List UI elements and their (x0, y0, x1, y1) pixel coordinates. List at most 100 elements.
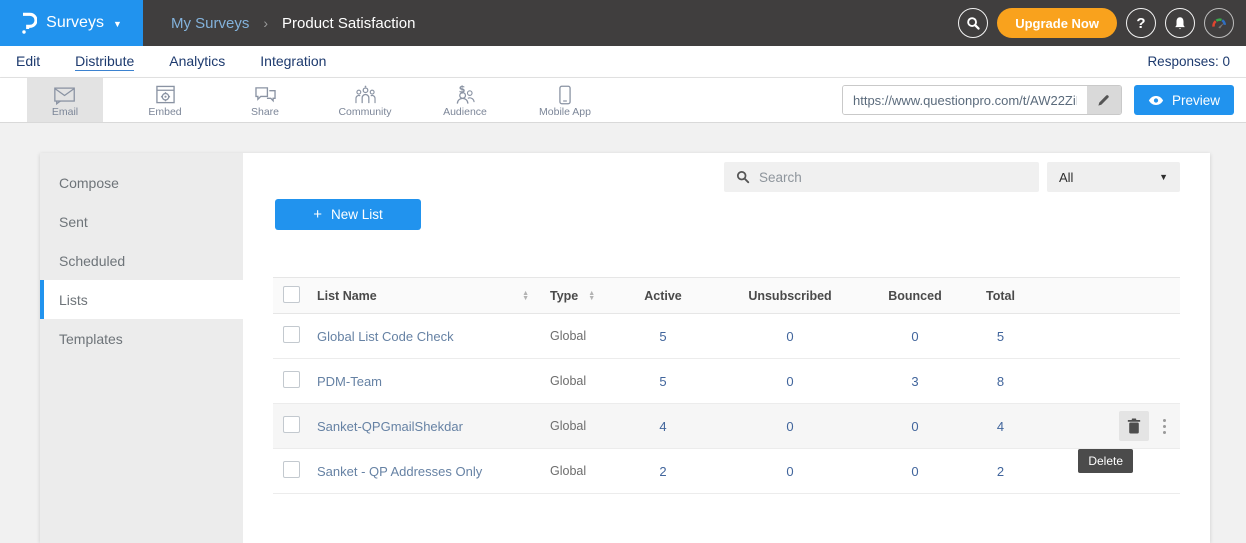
total-count-link[interactable]: 5 (997, 329, 1004, 344)
breadcrumb-my-surveys[interactable]: My Surveys (171, 15, 249, 32)
list-search (724, 162, 1039, 192)
survey-url-group (842, 85, 1122, 115)
trash-icon (1127, 418, 1141, 434)
surveys-menu[interactable]: Surveys ▼ (0, 0, 143, 46)
distribute-toolbar: Email Embed Share Community $ Audience M… (0, 78, 1246, 123)
search-button[interactable] (958, 8, 988, 38)
toolbar-item-share[interactable]: Share (227, 78, 303, 122)
toolbar-item-embed[interactable]: Embed (127, 78, 203, 122)
list-name-link[interactable]: PDM-Team (317, 374, 382, 389)
list-name-link[interactable]: Global List Code Check (317, 329, 454, 344)
bounced-count-link[interactable]: 0 (911, 329, 918, 344)
table-row: Sanket - QP Addresses Only Global 2 0 0 … (273, 449, 1180, 494)
unsubscribed-count-link[interactable]: 0 (786, 329, 793, 344)
page-title: Product Satisfaction (282, 15, 415, 32)
row-checkbox[interactable] (283, 371, 300, 388)
tab-distribute[interactable]: Distribute (75, 53, 134, 71)
sort-icon[interactable]: ▲▼ (522, 291, 529, 301)
upgrade-now-button[interactable]: Upgrade Now (997, 8, 1117, 38)
sidebar-item-sent[interactable]: Sent (40, 202, 243, 241)
surveys-menu-label: Surveys (46, 14, 104, 32)
unsubscribed-count-link[interactable]: 0 (786, 419, 793, 434)
table-row: Global List Code Check Global 5 0 0 5 (273, 314, 1180, 359)
bounced-count-link[interactable]: 0 (911, 419, 918, 434)
list-type: Global (550, 464, 586, 478)
row-checkbox[interactable] (283, 416, 300, 433)
search-icon (966, 16, 981, 31)
toolbar-item-email[interactable]: Email (27, 78, 103, 122)
toolbar-item-audience[interactable]: $ Audience (427, 78, 503, 122)
sidebar-item-templates[interactable]: Templates (40, 319, 243, 358)
chevron-down-icon: ▼ (1159, 172, 1168, 182)
unsubscribed-count-link[interactable]: 0 (786, 464, 793, 479)
active-count-link[interactable]: 4 (659, 419, 666, 434)
sort-icon[interactable]: ▲▼ (588, 291, 595, 301)
column-bounced: Bounced (877, 289, 953, 303)
tab-edit[interactable]: Edit (16, 53, 40, 71)
column-unsubscribed: Unsubscribed (703, 289, 877, 303)
new-list-button[interactable]: + New List (275, 199, 421, 230)
preview-button[interactable]: Preview (1134, 85, 1234, 115)
embed-icon (155, 83, 176, 105)
pencil-icon (1097, 94, 1110, 107)
select-all-checkbox[interactable] (283, 286, 300, 303)
email-icon (53, 83, 77, 105)
question-mark-icon: ? (1136, 15, 1145, 32)
active-count-link[interactable]: 5 (659, 374, 666, 389)
responses-count: Responses: 0 (1147, 54, 1230, 69)
list-filter-dropdown[interactable]: All ▼ (1047, 162, 1180, 192)
total-count-link[interactable]: 2 (997, 464, 1004, 479)
email-lists-card: Compose Sent Scheduled Lists Templates A… (40, 153, 1210, 543)
toolbar-right: Preview (842, 78, 1246, 122)
delete-list-button[interactable] (1119, 411, 1149, 441)
plus-icon: + (313, 206, 322, 223)
toolbar-item-label: Audience (443, 106, 487, 118)
toolbar-item-mobile-app[interactable]: Mobile App (527, 78, 603, 122)
table-row: PDM-Team Global 5 0 3 8 (273, 359, 1180, 404)
audience-icon: $ (453, 83, 477, 105)
sidebar-item-compose[interactable]: Compose (40, 163, 243, 202)
edit-url-button[interactable] (1087, 86, 1121, 114)
column-total: Total (953, 289, 1048, 303)
breadcrumb-separator-icon: › (263, 15, 268, 31)
mobile-app-icon (559, 83, 571, 105)
toolbar-item-label: Embed (148, 106, 181, 118)
filter-value: All (1059, 170, 1073, 185)
search-icon (736, 170, 750, 184)
chevron-down-icon: ▼ (113, 19, 122, 29)
help-button[interactable]: ? (1126, 8, 1156, 38)
list-name-link[interactable]: Sanket-QPGmailShekdar (317, 419, 463, 434)
survey-url-input[interactable] (843, 86, 1087, 114)
toolbar-item-label: Share (251, 106, 279, 118)
sidebar-item-lists[interactable]: Lists (40, 280, 243, 319)
total-count-link[interactable]: 4 (997, 419, 1004, 434)
breadcrumb: My Surveys › Product Satisfaction (171, 15, 415, 32)
list-type: Global (550, 374, 586, 388)
tab-analytics[interactable]: Analytics (169, 53, 225, 71)
tab-integration[interactable]: Integration (260, 53, 326, 71)
bounced-count-link[interactable]: 3 (911, 374, 918, 389)
bounced-count-link[interactable]: 0 (911, 464, 918, 479)
lists-table: List Name ▲▼ Type ▲▼ Active Unsubscribed… (273, 277, 1180, 494)
lists-panel: All ▼ + New List List Name ▲▼ Type (243, 153, 1210, 543)
column-list-name[interactable]: List Name (317, 289, 377, 303)
active-count-link[interactable]: 2 (659, 464, 666, 479)
sidebar-item-scheduled[interactable]: Scheduled (40, 241, 243, 280)
row-checkbox[interactable] (283, 461, 300, 478)
toolbar-item-community[interactable]: Community (327, 78, 403, 122)
account-avatar[interactable] (1204, 8, 1234, 38)
notifications-button[interactable] (1165, 8, 1195, 38)
row-menu-button[interactable] (1163, 419, 1166, 434)
column-type[interactable]: Type (550, 289, 578, 303)
unsubscribed-count-link[interactable]: 0 (786, 374, 793, 389)
list-name-link[interactable]: Sanket - QP Addresses Only (317, 464, 482, 479)
bell-icon (1173, 16, 1187, 31)
toolbar-item-label: Mobile App (539, 106, 591, 118)
top-bar: Surveys ▼ My Surveys › Product Satisfact… (0, 0, 1246, 46)
active-count-link[interactable]: 5 (659, 329, 666, 344)
distribute-sidebar: Compose Sent Scheduled Lists Templates (40, 153, 243, 543)
total-count-link[interactable]: 8 (997, 374, 1004, 389)
search-input[interactable] (759, 170, 1027, 185)
gauge-avatar-icon (1210, 15, 1228, 31)
row-checkbox[interactable] (283, 326, 300, 343)
